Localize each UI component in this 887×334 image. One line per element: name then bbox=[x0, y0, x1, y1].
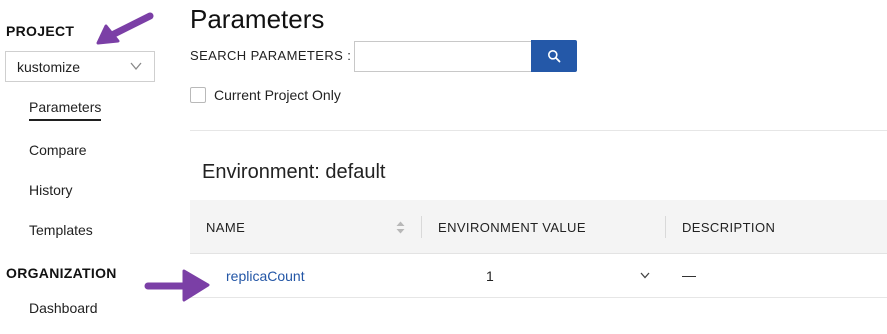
table-header: NAME ENVIRONMENT VALUE DESCRIPTION bbox=[190, 200, 887, 254]
current-project-only-checkbox[interactable] bbox=[190, 87, 206, 103]
project-select[interactable]: kustomize bbox=[5, 51, 155, 82]
search-input[interactable] bbox=[354, 41, 532, 72]
annotation-arrow-icon bbox=[144, 269, 210, 302]
project-heading: PROJECT bbox=[6, 23, 75, 39]
environment-heading: Environment: default bbox=[202, 161, 386, 183]
page-title: Parameters bbox=[190, 4, 325, 34]
search-label: SEARCH PARAMETERS : bbox=[190, 48, 352, 63]
chevron-down-icon[interactable] bbox=[639, 269, 651, 281]
sidebar-item-compare[interactable]: Compare bbox=[29, 142, 87, 158]
project-select-value: kustomize bbox=[17, 58, 81, 75]
organization-heading: ORGANIZATION bbox=[6, 265, 117, 281]
column-header-description: DESCRIPTION bbox=[682, 220, 776, 235]
annotation-arrow-icon bbox=[96, 12, 154, 45]
sidebar-item-templates[interactable]: Templates bbox=[29, 222, 93, 238]
table-row: replicaCount 1 — bbox=[190, 255, 887, 298]
chevron-down-icon bbox=[130, 62, 142, 71]
sidebar-item-dashboard[interactable]: Dashboard bbox=[29, 300, 98, 316]
description-value: — bbox=[682, 267, 696, 283]
column-header-environment-value: ENVIRONMENT VALUE bbox=[438, 220, 586, 235]
column-separator bbox=[421, 216, 422, 238]
column-header-name[interactable]: NAME bbox=[206, 220, 245, 235]
environment-value: 1 bbox=[486, 268, 494, 284]
sort-icon[interactable] bbox=[396, 221, 405, 234]
sidebar-item-parameters[interactable]: Parameters bbox=[29, 99, 102, 121]
search-button[interactable] bbox=[531, 40, 577, 72]
sidebar-item-history[interactable]: History bbox=[29, 182, 73, 198]
search-icon bbox=[548, 50, 561, 63]
current-project-only-label: Current Project Only bbox=[214, 87, 341, 103]
section-divider bbox=[190, 130, 887, 131]
column-separator bbox=[665, 216, 666, 238]
parameter-name-link[interactable]: replicaCount bbox=[226, 268, 305, 284]
